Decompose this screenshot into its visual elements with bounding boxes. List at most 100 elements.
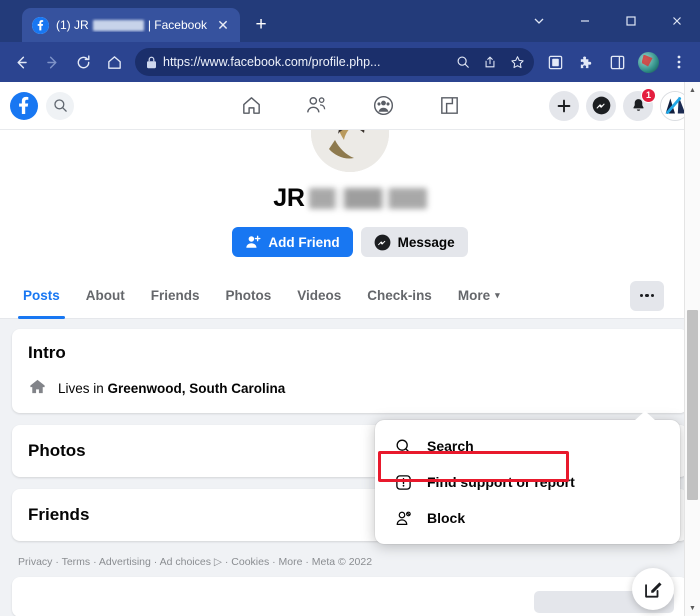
profile-tabs: Posts About Friends Photos Videos Check-… xyxy=(0,273,700,319)
intro-lives-in-text: Lives in Greenwood, South Carolina xyxy=(58,381,285,396)
nav-friends-icon[interactable] xyxy=(301,91,333,121)
address-bar[interactable]: https://www.facebook.com/profile.php... xyxy=(135,48,534,76)
intro-card: Intro Lives in Greenwood, South Carolina xyxy=(12,329,688,413)
house-icon xyxy=(28,377,47,399)
profile-action-buttons: Add Friend Message xyxy=(0,227,700,273)
scrollbar-up-arrow[interactable]: ▲ xyxy=(685,82,700,98)
tab-photos-label: Photos xyxy=(225,288,272,303)
reload-icon[interactable] xyxy=(68,47,98,77)
add-friend-icon xyxy=(246,235,261,248)
tab-about[interactable]: About xyxy=(73,273,138,319)
tab-videos[interactable]: Videos xyxy=(284,273,354,319)
create-plus-icon[interactable] xyxy=(549,90,579,121)
page-scrollbar[interactable]: ▲ ▼ xyxy=(684,82,700,616)
tab-posts[interactable]: Posts xyxy=(10,273,73,319)
facebook-nav-right: 1 xyxy=(549,87,690,121)
close-icon[interactable] xyxy=(654,0,700,42)
browser-tab-title: (1) JR | Facebook xyxy=(56,18,207,32)
facebook-search-icon[interactable] xyxy=(46,91,74,120)
facebook-favicon-icon xyxy=(32,16,49,34)
compose-edit-icon xyxy=(644,581,662,598)
add-friend-label: Add Friend xyxy=(268,234,340,250)
tab-videos-label: Videos xyxy=(297,288,342,303)
extensions-puzzle-icon[interactable] xyxy=(571,47,601,77)
tab-friends-label: Friends xyxy=(150,288,200,303)
lock-icon xyxy=(146,56,157,69)
nav-gaming-icon[interactable] xyxy=(433,91,465,121)
chevron-down-icon: ▾ xyxy=(495,290,500,300)
browser-titlebar: (1) JR | Facebook ✕ + xyxy=(0,0,700,42)
dot-2 xyxy=(645,293,649,298)
intro-prefix: Lives in xyxy=(58,380,108,396)
dot-3 xyxy=(650,293,655,298)
menu-item-block-label: Block xyxy=(427,510,466,526)
profile-name: JR xyxy=(0,184,700,213)
tab-title-redacted xyxy=(92,19,144,31)
profile-name-redacted xyxy=(308,188,427,209)
cast-icon[interactable] xyxy=(540,47,570,77)
window-controls xyxy=(516,0,700,42)
new-tab-button[interactable]: + xyxy=(248,12,274,38)
notifications-bell-icon[interactable]: 1 xyxy=(623,87,656,121)
block-person-icon xyxy=(393,510,413,527)
side-panel-icon[interactable] xyxy=(602,47,632,77)
menu-item-search-label: Search xyxy=(427,438,474,454)
next-card-partial xyxy=(12,576,688,616)
exclamation-square-icon xyxy=(393,474,413,491)
tab-search-chevron-down-icon[interactable] xyxy=(516,0,562,42)
minimize-icon[interactable] xyxy=(562,0,608,42)
tab-title-suffix: | Facebook xyxy=(147,18,207,32)
menu-item-find-support-label: Find support or report xyxy=(427,474,575,490)
browser-window: (1) JR | Facebook ✕ + https://www.facebo… xyxy=(0,0,700,616)
maximize-icon[interactable] xyxy=(608,0,654,42)
profile-options-menu: Search Find support or report Block xyxy=(375,411,680,544)
menu-item-find-support-or-report[interactable]: Find support or report xyxy=(383,464,672,500)
back-arrow-icon[interactable] xyxy=(6,47,36,77)
intro-card-title: Intro xyxy=(28,343,66,362)
address-bar-url: https://www.facebook.com/profile.php... xyxy=(163,55,381,69)
tab-friends[interactable]: Friends xyxy=(138,273,213,319)
dot-1 xyxy=(639,293,644,298)
forward-arrow-icon xyxy=(37,47,67,77)
tab-photos[interactable]: Photos xyxy=(213,273,285,319)
tab-more[interactable]: More ▾ xyxy=(445,273,513,319)
intro-lives-in-row: Lives in Greenwood, South Carolina xyxy=(28,377,672,399)
share-icon[interactable] xyxy=(477,49,503,75)
home-icon[interactable] xyxy=(99,47,129,77)
message-button[interactable]: Message xyxy=(360,227,468,257)
notifications-badge: 1 xyxy=(641,87,656,103)
compose-button[interactable] xyxy=(632,568,674,610)
menu-item-block[interactable]: Block xyxy=(383,500,672,536)
add-friend-button[interactable]: Add Friend xyxy=(232,227,353,257)
profile-options-button[interactable] xyxy=(630,280,664,311)
profile-avatar-icon[interactable] xyxy=(633,47,663,77)
menu-item-search[interactable]: Search xyxy=(383,428,672,464)
messenger-button-icon xyxy=(374,234,390,250)
friends-card-title: Friends xyxy=(28,505,90,524)
scrollbar-down-arrow[interactable]: ▼ xyxy=(685,600,700,616)
facebook-top-bar: 1 xyxy=(0,82,700,130)
tab-close-icon[interactable]: ✕ xyxy=(214,16,232,34)
tab-checkins-label: Check-ins xyxy=(367,288,432,303)
tab-checkins[interactable]: Check-ins xyxy=(354,273,445,319)
menu-caret xyxy=(634,411,656,421)
scrollbar-thumb[interactable] xyxy=(687,310,698,500)
intro-location: Greenwood, South Carolina xyxy=(107,380,286,396)
browser-tab[interactable]: (1) JR | Facebook ✕ xyxy=(22,8,240,42)
footer-links[interactable]: Privacy · Terms · Advertising · Ad choic… xyxy=(12,553,688,571)
messenger-icon[interactable] xyxy=(586,90,616,121)
address-bar-actions xyxy=(450,49,530,75)
search-icon xyxy=(393,438,413,455)
chrome-menu-icon[interactable] xyxy=(664,47,694,77)
bookmark-star-icon[interactable] xyxy=(504,49,530,75)
zoom-icon[interactable] xyxy=(450,49,476,75)
tab-more-label: More xyxy=(457,288,491,303)
facebook-logo-icon[interactable] xyxy=(10,91,38,120)
page-viewport: 1 JR Add Friend Message Posts About Frie… xyxy=(0,82,700,616)
tab-posts-label: Posts xyxy=(23,288,60,303)
profile-name-first: JR xyxy=(273,184,305,212)
nav-groups-icon[interactable] xyxy=(367,91,399,121)
nav-home-icon[interactable] xyxy=(235,91,267,121)
browser-toolbar: https://www.facebook.com/profile.php... xyxy=(0,42,700,82)
message-label: Message xyxy=(397,234,455,250)
